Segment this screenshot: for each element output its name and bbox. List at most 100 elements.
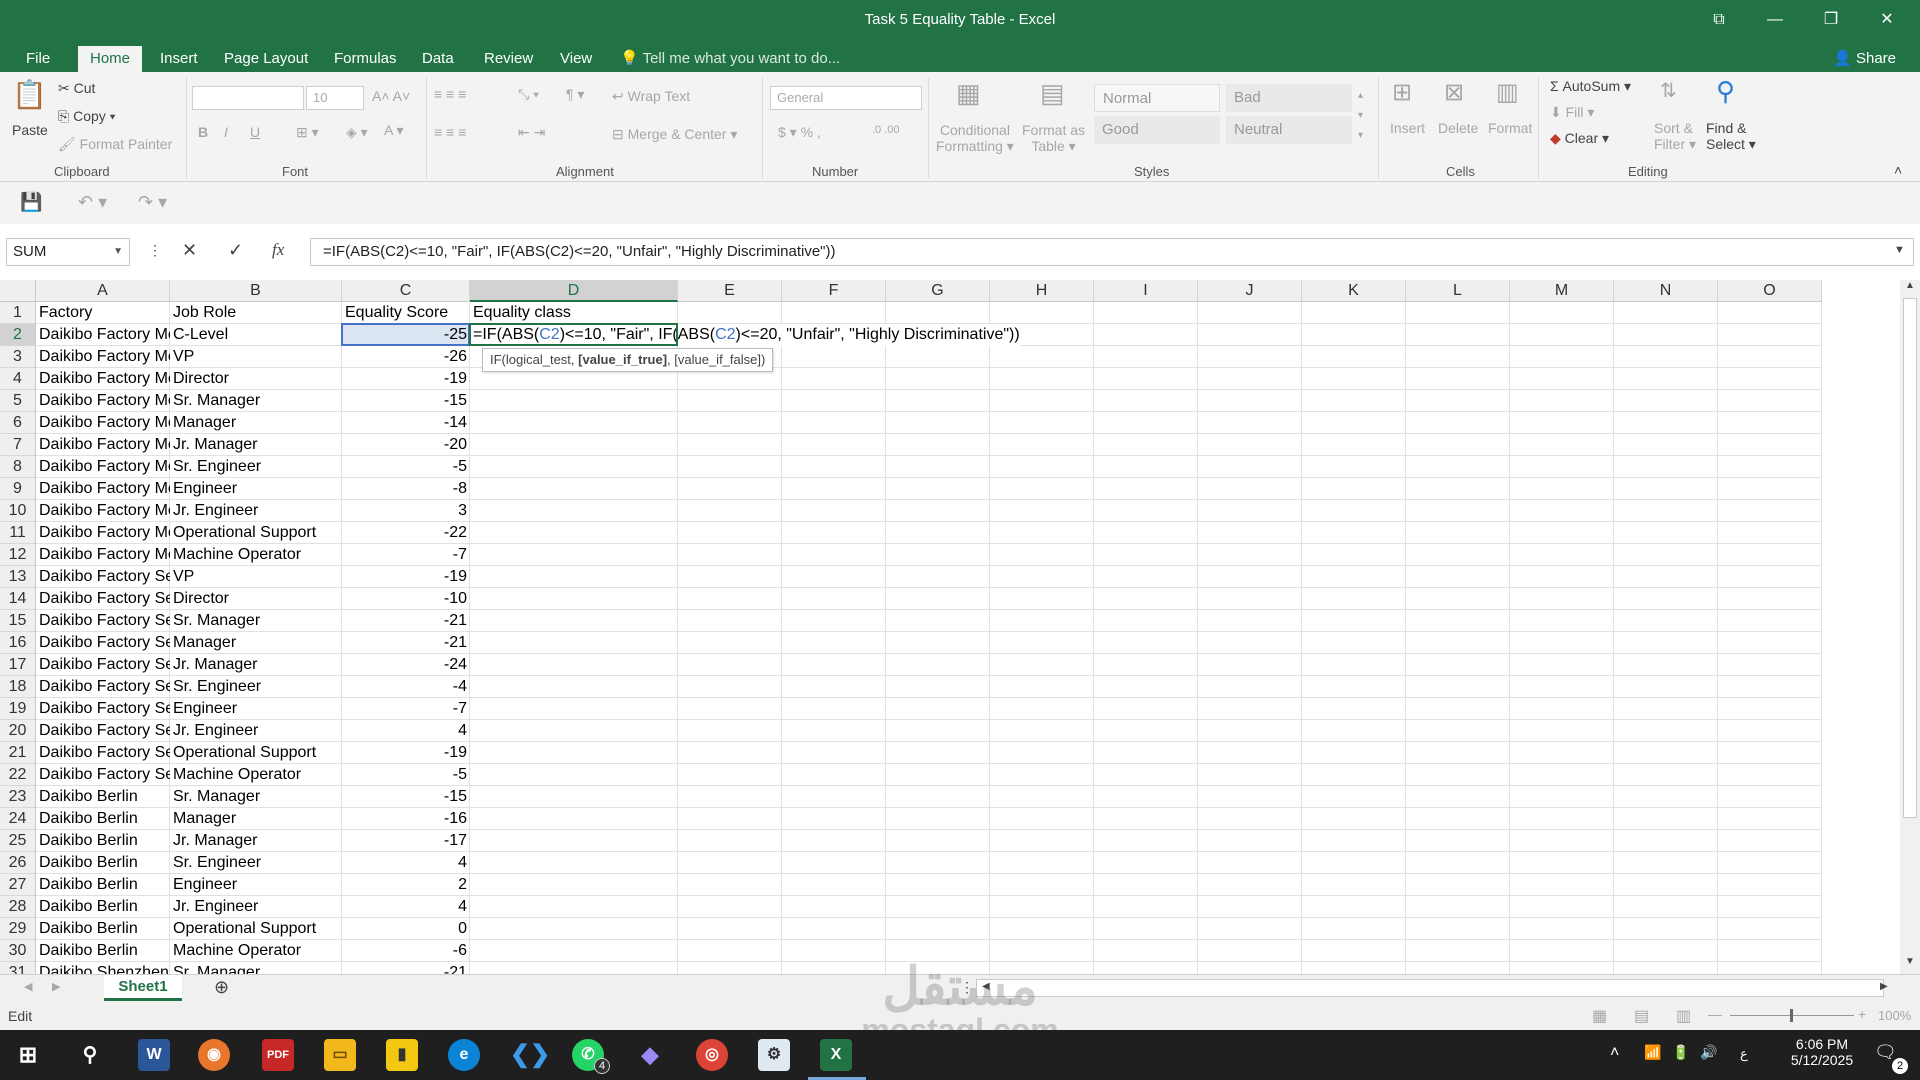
row-header[interactable]: 22 <box>0 764 36 786</box>
format-as-table-icon[interactable]: ▤ <box>1040 78 1065 109</box>
cell-job-role[interactable]: VP <box>170 346 342 368</box>
cancel-entry-icon[interactable]: ✕ <box>182 240 197 261</box>
cell-equality-score[interactable]: -6 <box>342 940 470 962</box>
cell-equality-score[interactable]: -22 <box>342 522 470 544</box>
cell-job-role[interactable]: Machine Operator <box>170 764 342 786</box>
cell-job-role[interactable]: Engineer <box>170 478 342 500</box>
row-header[interactable]: 25 <box>0 830 36 852</box>
clear-button[interactable]: ◆ Clear ▾ <box>1550 130 1609 147</box>
column-header[interactable]: H <box>990 280 1094 302</box>
cell-job-role[interactable]: Sr. Manager <box>170 786 342 808</box>
cell-equality-score[interactable]: -8 <box>342 478 470 500</box>
row-header[interactable]: 16 <box>0 632 36 654</box>
wifi-icon[interactable]: 📶 <box>1644 1044 1661 1061</box>
excel-taskbar-icon[interactable]: X <box>820 1039 852 1071</box>
cell-equality-score[interactable]: -19 <box>342 566 470 588</box>
cell-job-role[interactable]: Sr. Manager <box>170 610 342 632</box>
column-header[interactable]: A <box>36 280 170 302</box>
cell-equality-score[interactable]: -19 <box>342 368 470 390</box>
cell-factory[interactable]: Daikibo Factory Seiko <box>36 698 170 720</box>
normal-view-icon[interactable]: ▦ <box>1592 1006 1607 1026</box>
copy-button[interactable]: ⎘ Copy ▾ <box>58 108 116 125</box>
clock[interactable]: 6:06 PM 5/12/2025 <box>1780 1036 1864 1068</box>
cell-job-role[interactable]: Jr. Manager <box>170 654 342 676</box>
row-header[interactable]: 5 <box>0 390 36 412</box>
header-cell-equality-score[interactable]: Equality Score <box>342 302 470 324</box>
row-header[interactable]: 29 <box>0 918 36 940</box>
cell-factory[interactable]: Daikibo Berlin <box>36 830 170 852</box>
column-header[interactable]: L <box>1406 280 1510 302</box>
row-header[interactable]: 6 <box>0 412 36 434</box>
search-icon[interactable]: ⚲ <box>74 1039 106 1071</box>
row-header[interactable]: 21 <box>0 742 36 764</box>
column-header[interactable]: I <box>1094 280 1198 302</box>
row-header[interactable]: 28 <box>0 896 36 918</box>
column-header[interactable]: B <box>170 280 342 302</box>
cell-job-role[interactable]: Sr. Manager <box>170 962 342 974</box>
tab-file[interactable]: File <box>14 46 62 72</box>
cell-factory[interactable]: Daikibo Berlin <box>36 896 170 918</box>
cell-factory[interactable]: Daikibo Factory Meiyo <box>36 368 170 390</box>
row-header[interactable]: 9 <box>0 478 36 500</box>
scroll-down-icon[interactable]: ▼ <box>1905 956 1915 967</box>
share-button[interactable]: 👤 Share <box>1833 46 1896 72</box>
cell-job-role[interactable]: Manager <box>170 412 342 434</box>
row-header[interactable]: 2 <box>0 324 36 346</box>
cell-factory[interactable]: Daikibo Factory Meiyo <box>36 324 170 346</box>
style-normal[interactable]: Normal <box>1094 84 1220 112</box>
currency-icon[interactable]: $ ▾ % , <box>778 124 821 141</box>
cell-equality-score[interactable]: -7 <box>342 544 470 566</box>
cell-job-role[interactable]: Jr. Manager <box>170 434 342 456</box>
undo-icon[interactable]: ↶ ▾ <box>78 192 107 213</box>
row-header[interactable]: 18 <box>0 676 36 698</box>
scroll-up-icon[interactable]: ▲ <box>1905 280 1915 291</box>
cell-factory[interactable]: Daikibo Berlin <box>36 874 170 896</box>
zoom-out-icon[interactable]: — <box>1708 1006 1722 1022</box>
cell-factory[interactable]: Daikibo Factory Meiyo <box>36 544 170 566</box>
cell-job-role[interactable]: Director <box>170 368 342 390</box>
column-header[interactable]: E <box>678 280 782 302</box>
cell-factory[interactable]: Daikibo Factory Meiyo <box>36 478 170 500</box>
cell-job-role[interactable]: Sr. Engineer <box>170 676 342 698</box>
add-sheet-icon[interactable]: ⊕ <box>214 977 229 998</box>
sheet-tab-sheet1[interactable]: Sheet1 <box>104 975 182 1001</box>
row-header[interactable]: 8 <box>0 456 36 478</box>
row-header[interactable]: 19 <box>0 698 36 720</box>
style-neutral[interactable]: Neutral <box>1226 116 1352 144</box>
cell-job-role[interactable]: Operational Support <box>170 918 342 940</box>
ribbon-display-icon[interactable]: ⧉ <box>1696 0 1742 40</box>
cell-equality-score[interactable]: -14 <box>342 412 470 434</box>
paste-button[interactable]: Paste <box>12 122 48 138</box>
cell-factory[interactable]: Daikibo Berlin <box>36 808 170 830</box>
cell-job-role[interactable]: Machine Operator <box>170 940 342 962</box>
tab-data[interactable]: Data <box>410 46 466 72</box>
row-header[interactable]: 10 <box>0 500 36 522</box>
column-header[interactable]: K <box>1302 280 1406 302</box>
snipping-tool-icon[interactable]: ⚙ <box>758 1039 790 1071</box>
underline-button[interactable]: U <box>250 124 260 140</box>
row-header[interactable]: 24 <box>0 808 36 830</box>
row-header[interactable]: 13 <box>0 566 36 588</box>
format-as-table-button[interactable]: Format as Table ▾ <box>1022 122 1085 155</box>
tab-home[interactable]: Home <box>78 46 143 72</box>
cell-factory[interactable]: Daikibo Factory Meiyo <box>36 346 170 368</box>
row-header[interactable]: 27 <box>0 874 36 896</box>
column-header[interactable]: O <box>1718 280 1822 302</box>
cell-factory[interactable]: Daikibo Factory Meiyo <box>36 456 170 478</box>
tab-page-layout[interactable]: Page Layout <box>212 46 320 72</box>
cell-equality-score[interactable]: 4 <box>342 720 470 742</box>
cell-factory[interactable]: Daikibo Factory Meiyo <box>36 522 170 544</box>
insert-function-icon[interactable]: fx <box>272 240 284 260</box>
style-good[interactable]: Good <box>1094 116 1220 144</box>
row-header[interactable]: 3 <box>0 346 36 368</box>
cell-equality-score[interactable]: 0 <box>342 918 470 940</box>
row-header[interactable]: 20 <box>0 720 36 742</box>
cell-job-role[interactable]: Engineer <box>170 874 342 896</box>
tab-review[interactable]: Review <box>472 46 545 72</box>
cell-job-role[interactable]: Jr. Manager <box>170 830 342 852</box>
styles-scroll-icon[interactable]: ▴ ▾ ▾ <box>1358 86 1363 146</box>
windows-start-icon[interactable]: ⊞ <box>12 1039 44 1071</box>
insert-cells-icon[interactable]: ⊞ <box>1392 78 1412 107</box>
find-select-button[interactable]: Find & Select ▾ <box>1706 120 1756 153</box>
cell-equality-score[interactable]: -5 <box>342 456 470 478</box>
